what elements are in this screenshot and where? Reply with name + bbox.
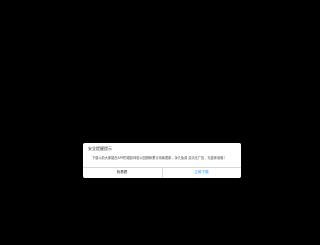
security-alert-dialog: 安全提醒提示 下载以前大家能在APP的观影体验以回顾和累计持续更新，永久免费 高…: [83, 143, 241, 178]
dialog-title: 安全提醒提示: [88, 146, 112, 151]
cancel-button[interactable]: 我看看: [83, 167, 161, 178]
dialog-message: 下载以前大家能在APP的观影体验以回顾和累计持续更新，永久免费 高清无广告，无缝…: [92, 156, 227, 160]
app-screen: 安全提醒提示 下载以前大家能在APP的观影体验以回顾和累计持续更新，永久免费 高…: [0, 0, 320, 245]
download-now-button[interactable]: 立即下载: [162, 167, 241, 178]
